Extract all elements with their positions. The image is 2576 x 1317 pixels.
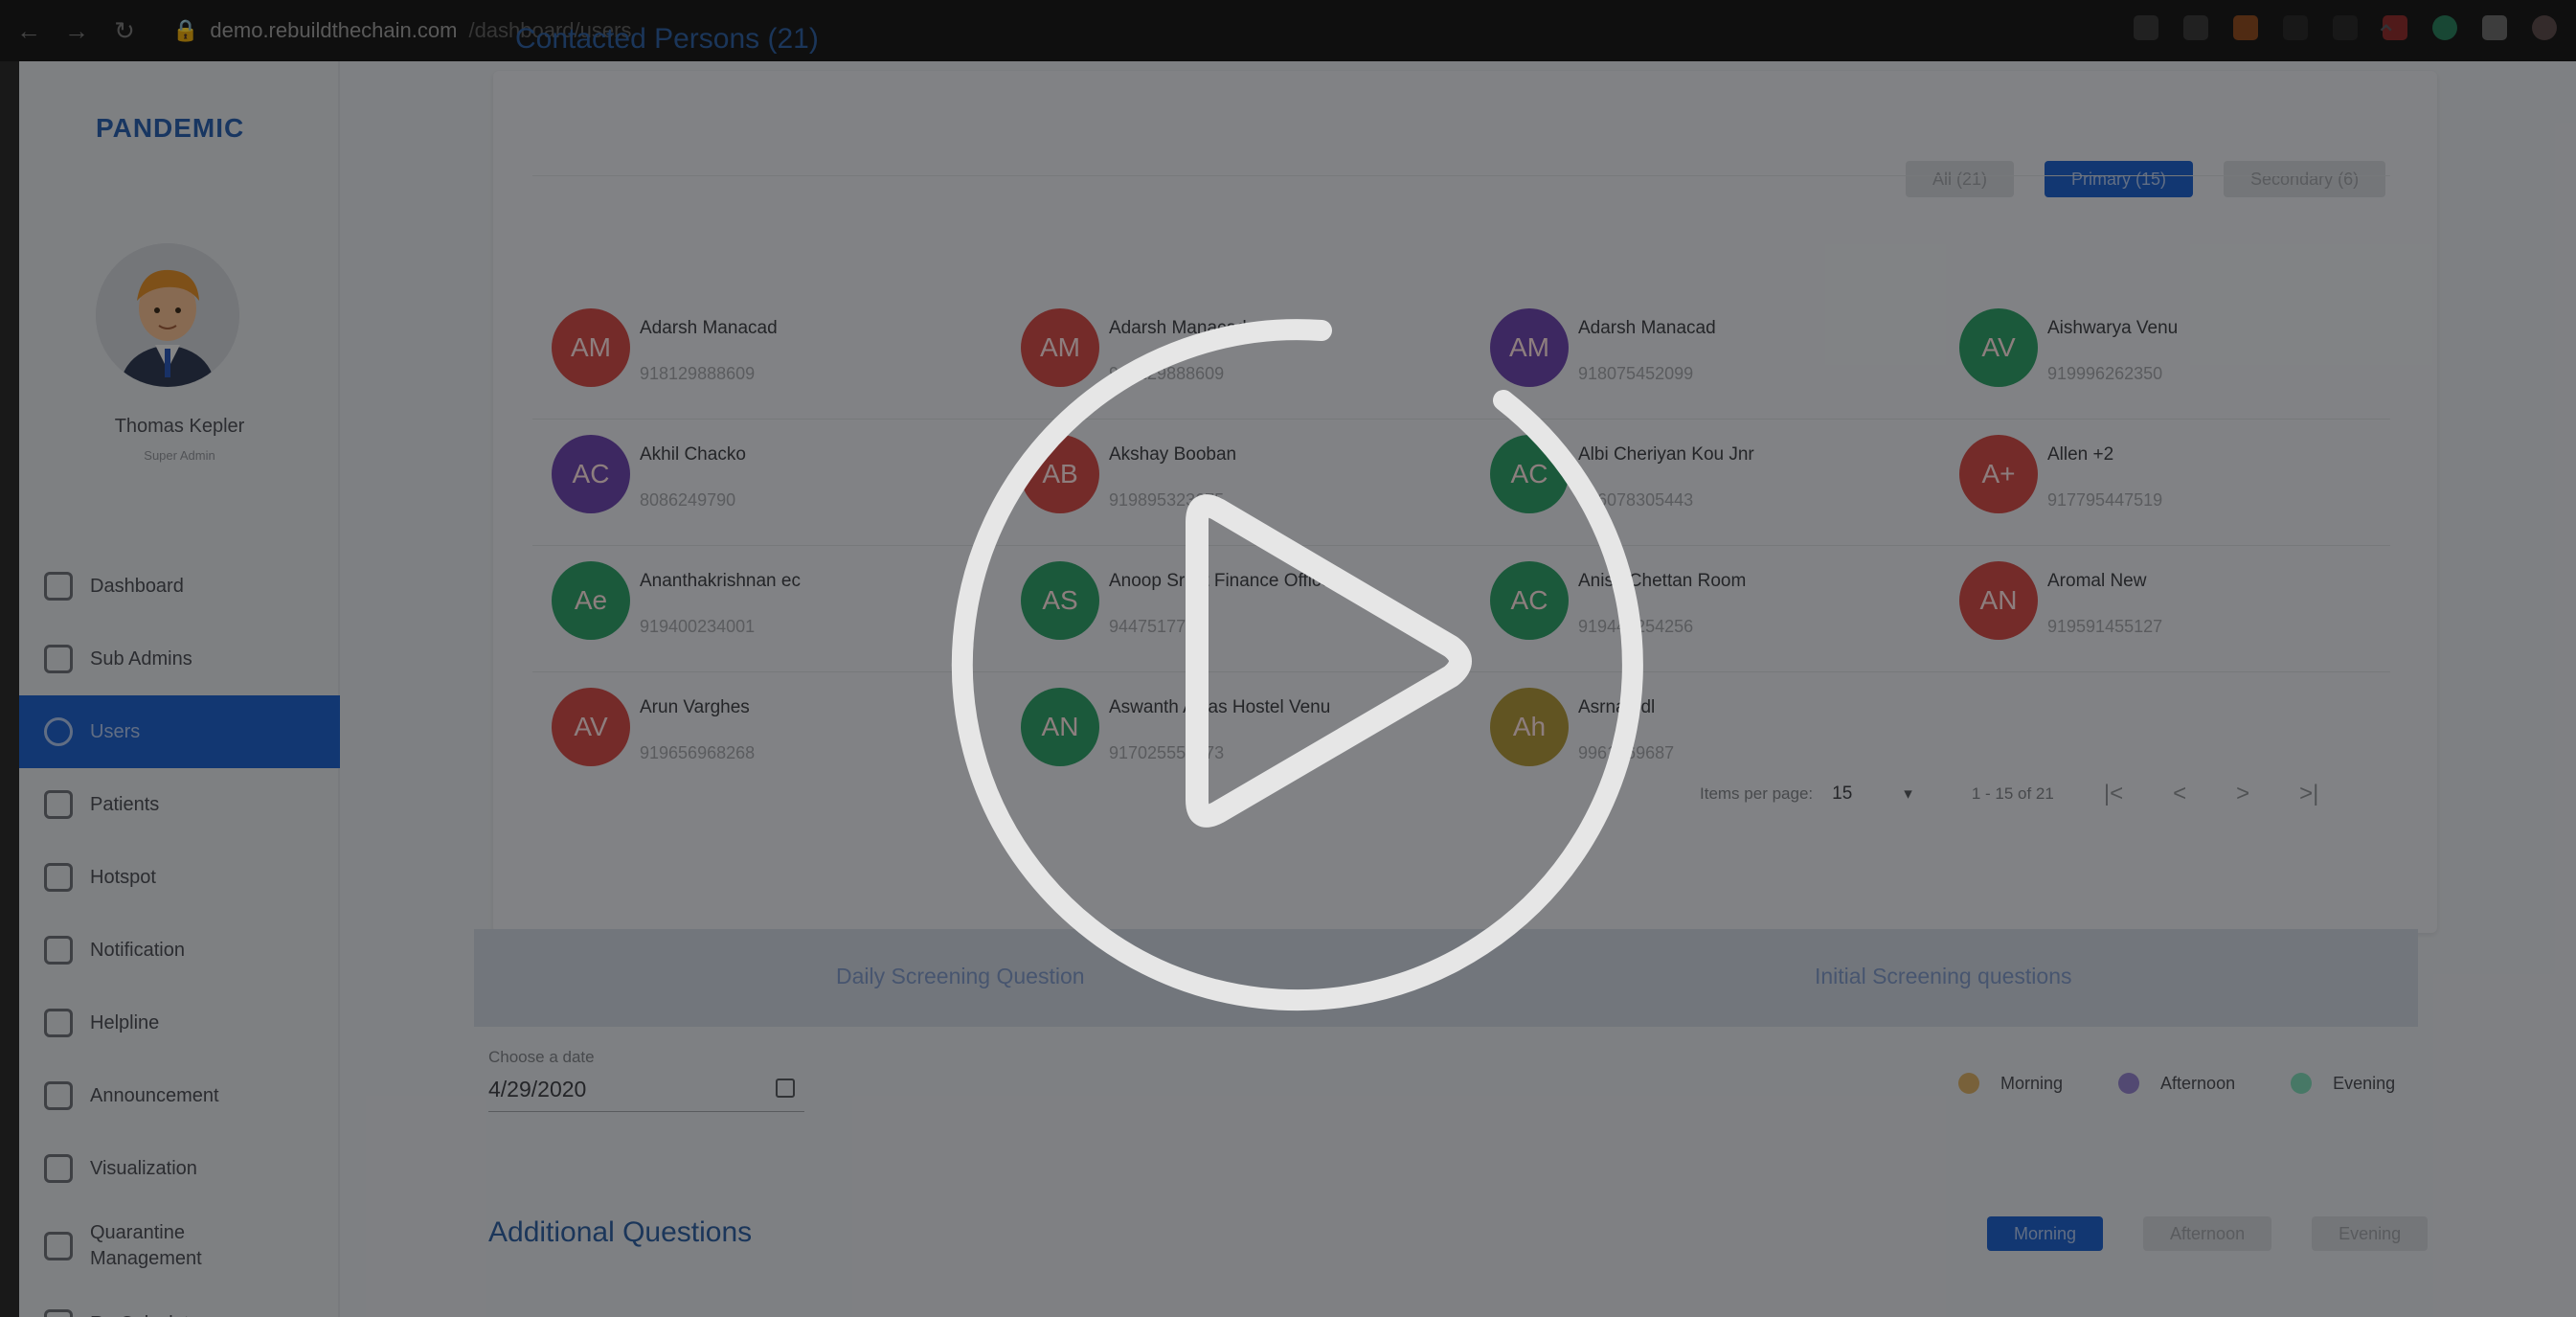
- play-icon[interactable]: [0, 0, 2576, 1317]
